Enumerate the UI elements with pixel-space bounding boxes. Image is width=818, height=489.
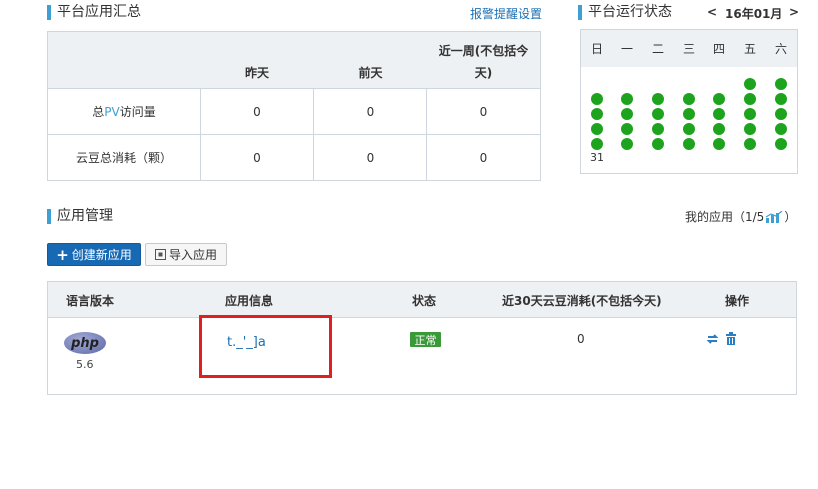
calendar-status-dot[interactable] (591, 123, 603, 135)
col-header-yesterday: 昨天 (244, 65, 269, 80)
calendar-day-31: 31 (590, 151, 604, 164)
title-accent-bar (47, 209, 51, 224)
trash-icon[interactable] (725, 332, 737, 345)
prev-month-button[interactable]: < (707, 5, 717, 19)
weekday-fri: 五 (743, 42, 756, 56)
calendar-status-dot[interactable] (652, 138, 664, 150)
pv-week-value: 0 (479, 104, 488, 119)
row-label-pv-pre: 总 (92, 105, 105, 119)
col-header-week-line1: 近一周(不包括今 (438, 44, 529, 58)
calendar-status-dot[interactable] (591, 108, 603, 120)
create-app-label: 创建新应用 (71, 248, 132, 262)
calendar-status-dot[interactable] (621, 123, 633, 135)
calendar-status-dot[interactable] (591, 93, 603, 105)
calendar-status-dot[interactable] (744, 108, 756, 120)
title-accent-bar (47, 5, 51, 20)
pv-yesterday-value: 0 (253, 104, 261, 119)
calendar-status-dot[interactable] (652, 93, 664, 105)
weekday-wed: 三 (682, 42, 695, 56)
calendar-status-dot[interactable] (775, 138, 787, 150)
calendar-status-dot[interactable] (744, 78, 756, 90)
beans-day-before-value: 0 (366, 150, 375, 165)
pv-day-before-value: 0 (366, 104, 375, 119)
calendar-status-dot[interactable] (591, 138, 603, 150)
calendar-section-title: 平台运行状态 (578, 3, 672, 21)
calendar-status-dot[interactable] (683, 93, 695, 105)
my-apps-suffix: ） (784, 210, 797, 224)
apps-table: 语言版本 应用信息 状态 近30天云豆消耗(不包括今天) 操作 php 5.6 … (47, 281, 797, 395)
import-app-button[interactable]: 导入应用 (145, 243, 227, 266)
calendar-status-dot[interactable] (652, 123, 664, 135)
summary-table-header: 昨天 前天 近一周(不包括今 天) (48, 32, 540, 89)
col-header-status: 状态 (412, 294, 437, 308)
my-apps-label: 我的应用（1/5 (685, 210, 765, 224)
import-app-label: 导入应用 (168, 248, 217, 262)
apps-table-header: 语言版本 应用信息 状态 近30天云豆消耗(不包括今天) 操作 (48, 282, 796, 318)
calendar-status-dot[interactable] (683, 138, 695, 150)
status-badge: 正常 (410, 332, 441, 347)
calendar-grid: 日 一 二 三 四 五 六 31 (580, 29, 798, 174)
weekday-sat: 六 (774, 42, 787, 56)
col-header-day-before: 前天 (358, 65, 383, 80)
calendar-status-dot[interactable] (713, 93, 725, 105)
consumption-value: 0 (577, 332, 585, 346)
calendar-month: 16年01月 (725, 7, 783, 21)
alarm-settings-link[interactable]: 报警提醒设置 (470, 5, 542, 22)
calendar-status-dot[interactable] (775, 93, 787, 105)
summary-table: 昨天 前天 近一周(不包括今 天) 总 PV 访问量 0 0 0 云豆总消耗（颗… (47, 31, 541, 181)
summary-title: 平台应用汇总 (57, 4, 141, 20)
apps-title: 应用管理 (57, 208, 113, 224)
next-month-button[interactable]: > (789, 5, 799, 19)
col-header-actions: 操作 (725, 294, 750, 308)
weekday-sun: 日 (590, 42, 603, 56)
col-header-consumption: 近30天云豆消耗(不包括今天) (502, 294, 662, 308)
calendar-status-dot[interactable] (683, 108, 695, 120)
beans-week-value: 0 (479, 150, 488, 165)
row-label-pv-post: 访问量 (119, 105, 156, 119)
calendar-status-dot[interactable] (652, 108, 664, 120)
plus-icon: + (56, 245, 69, 264)
beans-yesterday-value: 0 (253, 150, 261, 165)
calendar-status-dot[interactable] (621, 138, 633, 150)
calendar-status-dot[interactable] (744, 138, 756, 150)
col-header-language: 语言版本 (66, 294, 115, 308)
summary-section-title: 平台应用汇总 (47, 3, 141, 21)
weekday-thu: 四 (712, 42, 725, 56)
calendar-status-dot[interactable] (713, 123, 725, 135)
calendar-status-dot[interactable] (775, 108, 787, 120)
calendar-status-dot[interactable] (621, 93, 633, 105)
highlight-box (199, 315, 332, 378)
import-icon (154, 249, 166, 260)
calendar-header: 日 一 二 三 四 五 六 (581, 30, 797, 67)
calendar-status-dot[interactable] (744, 123, 756, 135)
language-version: 5.6 (76, 358, 94, 371)
calendar-title: 平台运行状态 (588, 4, 672, 20)
create-app-button[interactable]: + 创建新应用 (47, 243, 141, 266)
title-accent-bar (578, 5, 582, 20)
col-header-week-line2: 天) (474, 66, 493, 80)
calendar-status-dot[interactable] (713, 108, 725, 120)
calendar-status-dot[interactable] (621, 108, 633, 120)
col-header-app-info: 应用信息 (225, 294, 274, 308)
php-logo: php (64, 332, 106, 354)
row-label-pv: 总 PV 访问量 (48, 89, 200, 134)
chart-icon (766, 210, 783, 223)
calendar-status-dot[interactable] (713, 138, 725, 150)
calendar-status-dot[interactable] (775, 78, 787, 90)
weekday-mon: 一 (620, 42, 633, 56)
calendar-status-dot[interactable] (683, 123, 695, 135)
calendar-status-dot[interactable] (775, 123, 787, 135)
weekday-tue: 二 (651, 42, 664, 56)
switch-icon[interactable] (706, 333, 719, 345)
calendar-status-dot[interactable] (744, 93, 756, 105)
row-label-beans: 云豆总消耗（颗） (75, 151, 172, 165)
apps-section-title: 应用管理 (47, 207, 113, 225)
col-header-week: 近一周(不包括今 天) (427, 40, 540, 84)
row-label-pv-highlight: PV (104, 104, 120, 119)
my-apps-counter: 我的应用（1/5 ） (685, 208, 796, 225)
